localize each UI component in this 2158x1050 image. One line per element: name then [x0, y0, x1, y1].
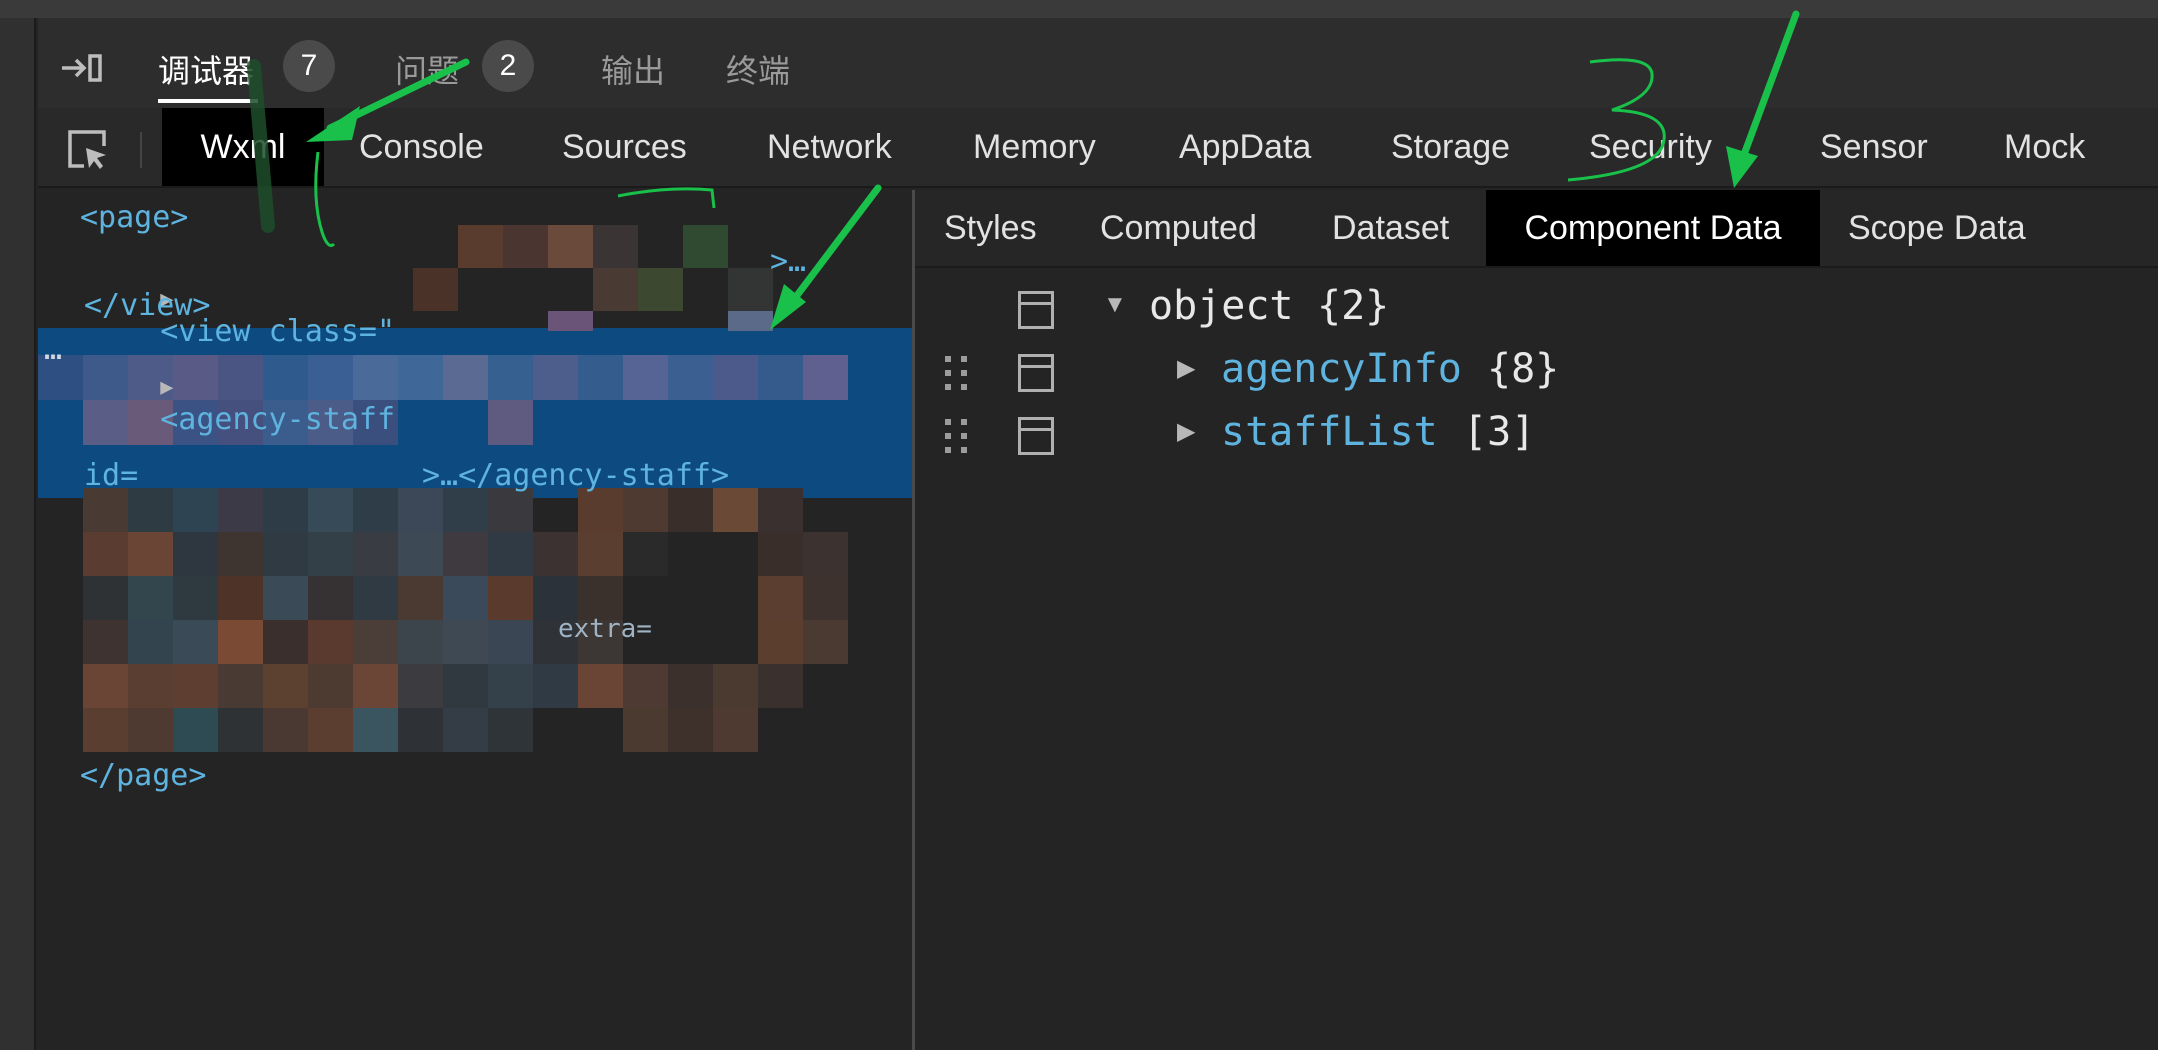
tab-wxml-label: Wxml — [200, 127, 286, 166]
tab-debugger-underline — [158, 99, 258, 103]
tab-storage[interactable]: Storage — [1391, 108, 1510, 186]
tab-problems-label: 问题 — [395, 53, 460, 89]
tab-dataset-label: Dataset — [1332, 208, 1450, 247]
tab-security[interactable]: Security — [1589, 108, 1712, 186]
dock-toggle-icon[interactable] — [58, 50, 104, 86]
tab-network-label: Network — [767, 127, 892, 166]
root-summary: {2} — [1317, 283, 1390, 329]
wxml-view-collapsed-tail: >… — [770, 244, 807, 279]
wxml-view-close-tag[interactable]: </view> — [84, 288, 210, 323]
tree-row-root[interactable]: ▼ object {2} — [915, 281, 2158, 337]
debugger-count-badge: 7 — [283, 40, 335, 92]
stafflist-summary: [3] — [1463, 409, 1536, 455]
tab-memory[interactable]: Memory — [973, 108, 1096, 186]
toolbar-separator — [140, 132, 142, 168]
tab-component-data[interactable]: Component Data — [1486, 190, 1820, 266]
copy-value-icon[interactable] — [1018, 417, 1054, 455]
copy-value-icon[interactable] — [1018, 354, 1054, 392]
tab-memory-label: Memory — [973, 127, 1096, 166]
tab-storage-label: Storage — [1391, 127, 1511, 166]
drag-handle-icon[interactable] — [943, 417, 973, 455]
tab-security-label: Security — [1589, 127, 1712, 166]
stafflist-key: staffList — [1221, 409, 1438, 455]
tab-wxml[interactable]: Wxml — [162, 108, 324, 186]
tab-mock[interactable]: Mock — [2004, 108, 2085, 186]
wxml-agency-id-attr: id= — [84, 458, 139, 493]
tab-styles-label: Styles — [944, 208, 1037, 247]
wxml-tree-panel[interactable]: <page> ▶ <view class=" >… </view> … ▶ <a… — [38, 190, 912, 1050]
collapse-triangle-icon[interactable]: ▼ — [1103, 291, 1127, 319]
expand-triangle-icon[interactable]: ▶ — [160, 375, 173, 400]
panel-tab-bar: 调试器 7 问题 2 输出 终端 — [38, 18, 2158, 108]
tab-sensor[interactable]: Sensor — [1820, 108, 1928, 186]
component-data-panel: ▼ object {2} ▶ agencyInfo {8} ▶ staffLis… — [915, 270, 2158, 1050]
wxml-page-open-tag[interactable]: <page> — [80, 200, 188, 235]
tab-terminal[interactable]: 终端 — [726, 44, 790, 94]
tab-network[interactable]: Network — [767, 108, 892, 186]
tab-scope-data-label: Scope Data — [1848, 208, 2026, 247]
wxml-page-close-tag[interactable]: </page> — [80, 758, 206, 793]
tab-sources[interactable]: Sources — [562, 108, 687, 186]
tab-styles[interactable]: Styles — [944, 190, 1037, 266]
tab-scope-data[interactable]: Scope Data — [1848, 190, 2026, 266]
tab-debugger-label: 调试器 — [158, 53, 255, 89]
tab-terminal-label: 终端 — [726, 53, 791, 89]
expand-triangle-icon[interactable]: ▶ — [1177, 417, 1195, 446]
devtools-tab-bar: Wxml Console Sources Network Memory AppD… — [38, 108, 2158, 188]
copy-value-icon[interactable] — [1018, 291, 1054, 329]
root-key: object — [1149, 283, 1294, 329]
tab-console[interactable]: Console — [359, 108, 484, 186]
agencyinfo-summary: {8} — [1487, 346, 1560, 392]
tab-sources-label: Sources — [562, 127, 687, 166]
tree-row-agencyinfo[interactable]: ▶ agencyInfo {8} — [915, 344, 2158, 400]
tab-debugger[interactable]: 调试器 — [158, 44, 254, 94]
tab-mock-label: Mock — [2004, 127, 2086, 166]
sidebar-tab-bar: Styles Computed Dataset Component Data S… — [915, 190, 2158, 268]
tab-console-label: Console — [359, 127, 484, 166]
tab-computed[interactable]: Computed — [1100, 190, 1257, 266]
wxml-extra-attr: extra= — [558, 614, 652, 644]
left-rail — [0, 18, 36, 1050]
tab-component-data-label: Component Data — [1524, 208, 1782, 247]
wxml-agency-staff-open-tag: <agency-staff — [160, 402, 396, 437]
tab-problems[interactable]: 问题 — [395, 44, 459, 94]
window-top-strip — [0, 0, 2158, 18]
tab-computed-label: Computed — [1100, 208, 1257, 247]
problems-count-badge: 2 — [482, 40, 534, 92]
inspect-element-icon[interactable] — [66, 128, 110, 172]
wxml-agency-staff-close-tag: >…</agency-staff> — [422, 458, 730, 493]
tab-output-label: 输出 — [601, 53, 666, 89]
tab-sensor-label: Sensor — [1820, 127, 1928, 166]
expand-triangle-icon[interactable]: ▶ — [1177, 354, 1195, 383]
tree-row-stafflist[interactable]: ▶ staffList [3] — [915, 407, 2158, 463]
tab-appdata-label: AppData — [1179, 127, 1312, 166]
agencyinfo-key: agencyInfo — [1221, 346, 1462, 392]
tab-output[interactable]: 输出 — [601, 44, 665, 94]
node-more-dots[interactable]: … — [44, 332, 62, 367]
tab-appdata[interactable]: AppData — [1179, 108, 1311, 186]
drag-handle-icon[interactable] — [943, 354, 973, 392]
tab-dataset[interactable]: Dataset — [1332, 190, 1449, 266]
wxml-agency-staff-node[interactable]: ▶ <agency-staff — [88, 332, 395, 472]
